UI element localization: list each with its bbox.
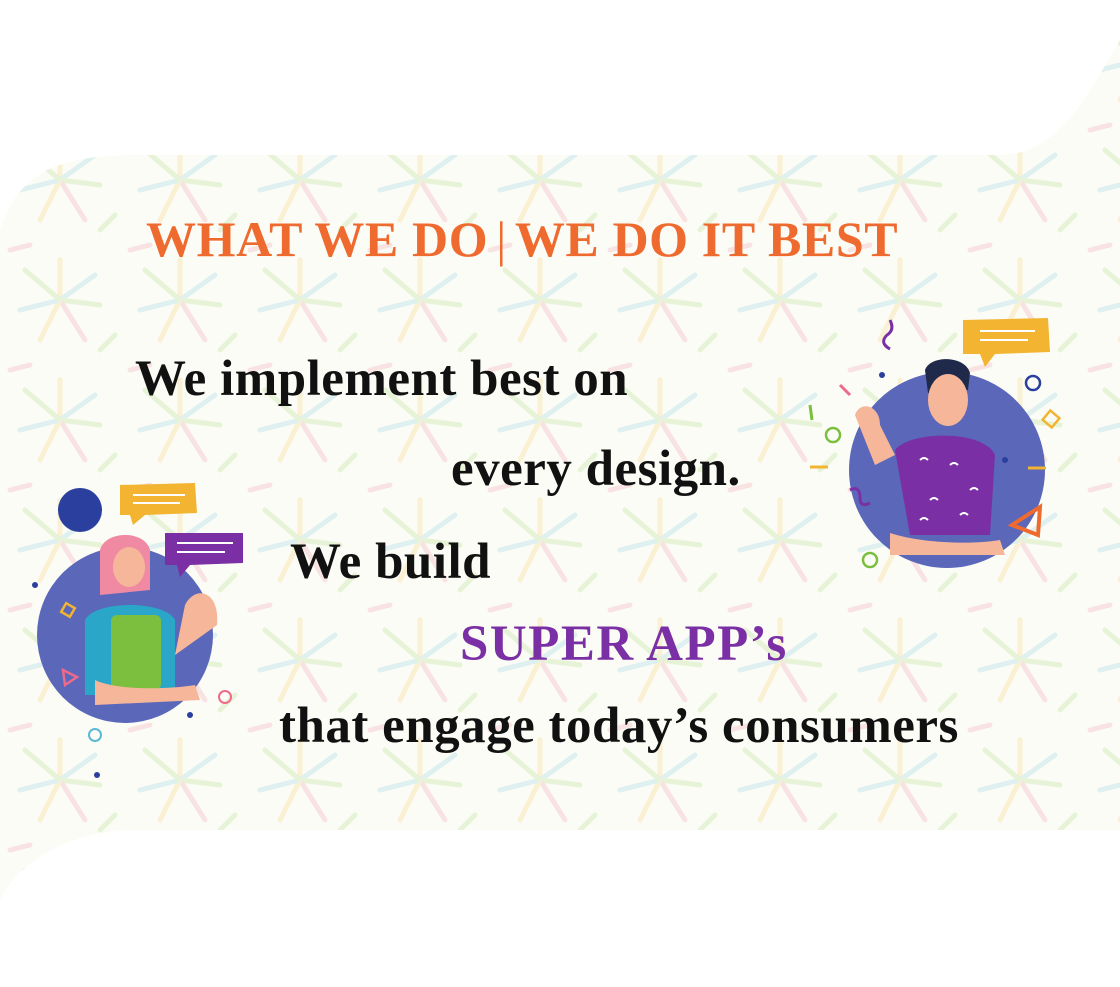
heading-right: WE DO IT BEST bbox=[514, 211, 899, 267]
tagline-line-3: We build bbox=[290, 534, 492, 590]
page-heading: WHAT WE DO | WE DO IT BEST bbox=[146, 210, 898, 268]
tagline-line-5: that engage today’s consumers bbox=[279, 698, 959, 754]
tagline-line-1: We implement best on bbox=[135, 351, 629, 407]
heading-separator: | bbox=[496, 211, 507, 267]
tagline-line-2: every design. bbox=[451, 441, 741, 497]
heading-left: WHAT WE DO bbox=[146, 211, 489, 267]
woman-chatting-illustration bbox=[32, 483, 243, 778]
man-waving-illustration bbox=[808, 318, 1062, 569]
super-apps-highlight: SUPER APP’s bbox=[460, 616, 788, 672]
